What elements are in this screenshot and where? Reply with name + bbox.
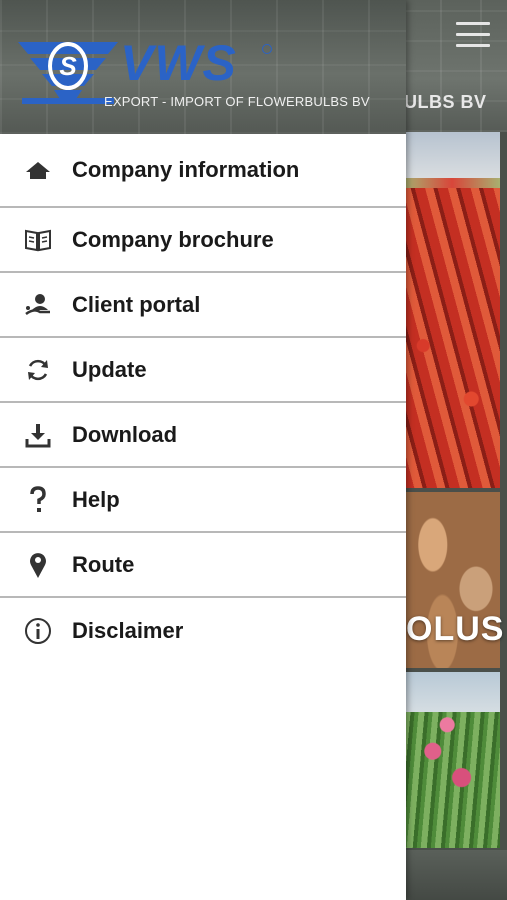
refresh-icon <box>24 356 52 384</box>
bulbs-tile-caption: OLUS <box>406 610 505 648</box>
map-pin-icon <box>24 551 52 579</box>
brochure-icon <box>24 226 52 254</box>
menu-item-label: Download <box>72 421 178 447</box>
menu-item-label: Route <box>72 551 135 577</box>
background-header-text: ULBS BV <box>404 92 487 112</box>
download-icon <box>24 421 52 449</box>
menu-item-download[interactable]: Download <box>0 403 406 468</box>
user-portal-icon <box>24 291 52 319</box>
menu-item-help[interactable]: Help <box>0 468 406 533</box>
menu-item-label: Client portal <box>72 291 201 317</box>
menu-item-update[interactable]: Update <box>0 338 406 403</box>
home-icon <box>24 156 52 184</box>
background-footer <box>404 850 507 900</box>
menu-item-client-portal[interactable]: Client portal <box>0 273 406 338</box>
menu-item-route[interactable]: Route <box>0 533 406 598</box>
registered-mark-icon <box>262 44 272 54</box>
menu-item-label: Disclaimer <box>72 617 184 643</box>
tulips-tile-image[interactable] <box>404 132 500 488</box>
vws-logo-icon: S <box>18 42 118 104</box>
brand-name: VWS <box>120 35 237 91</box>
menu-item-label: Company brochure <box>72 226 274 252</box>
menu-item-disclaimer[interactable]: Disclaimer <box>0 598 406 663</box>
menu-item-company-information[interactable]: Company information <box>0 134 406 208</box>
hamburger-menu-icon[interactable] <box>456 22 490 50</box>
question-icon <box>24 485 52 514</box>
drawer-header: S VWS EXPORT - IMPORT OF FLOWERBULBS BV <box>0 0 406 134</box>
menu-item-company-brochure[interactable]: Company brochure <box>0 208 406 273</box>
menu-item-label: Help <box>72 486 120 512</box>
menu-item-label: Company information <box>72 157 300 182</box>
menu-item-label: Update <box>72 356 147 382</box>
svg-text:S: S <box>59 51 77 81</box>
gladiolus-tile-image[interactable] <box>404 672 500 848</box>
navigation-drawer: S VWS EXPORT - IMPORT OF FLOWERBULBS BV … <box>0 0 406 900</box>
drawer-menu: Company information Company brochure Cli… <box>0 134 406 663</box>
info-icon <box>24 617 52 645</box>
brand-tagline: EXPORT - IMPORT OF FLOWERBULBS BV <box>104 94 370 109</box>
